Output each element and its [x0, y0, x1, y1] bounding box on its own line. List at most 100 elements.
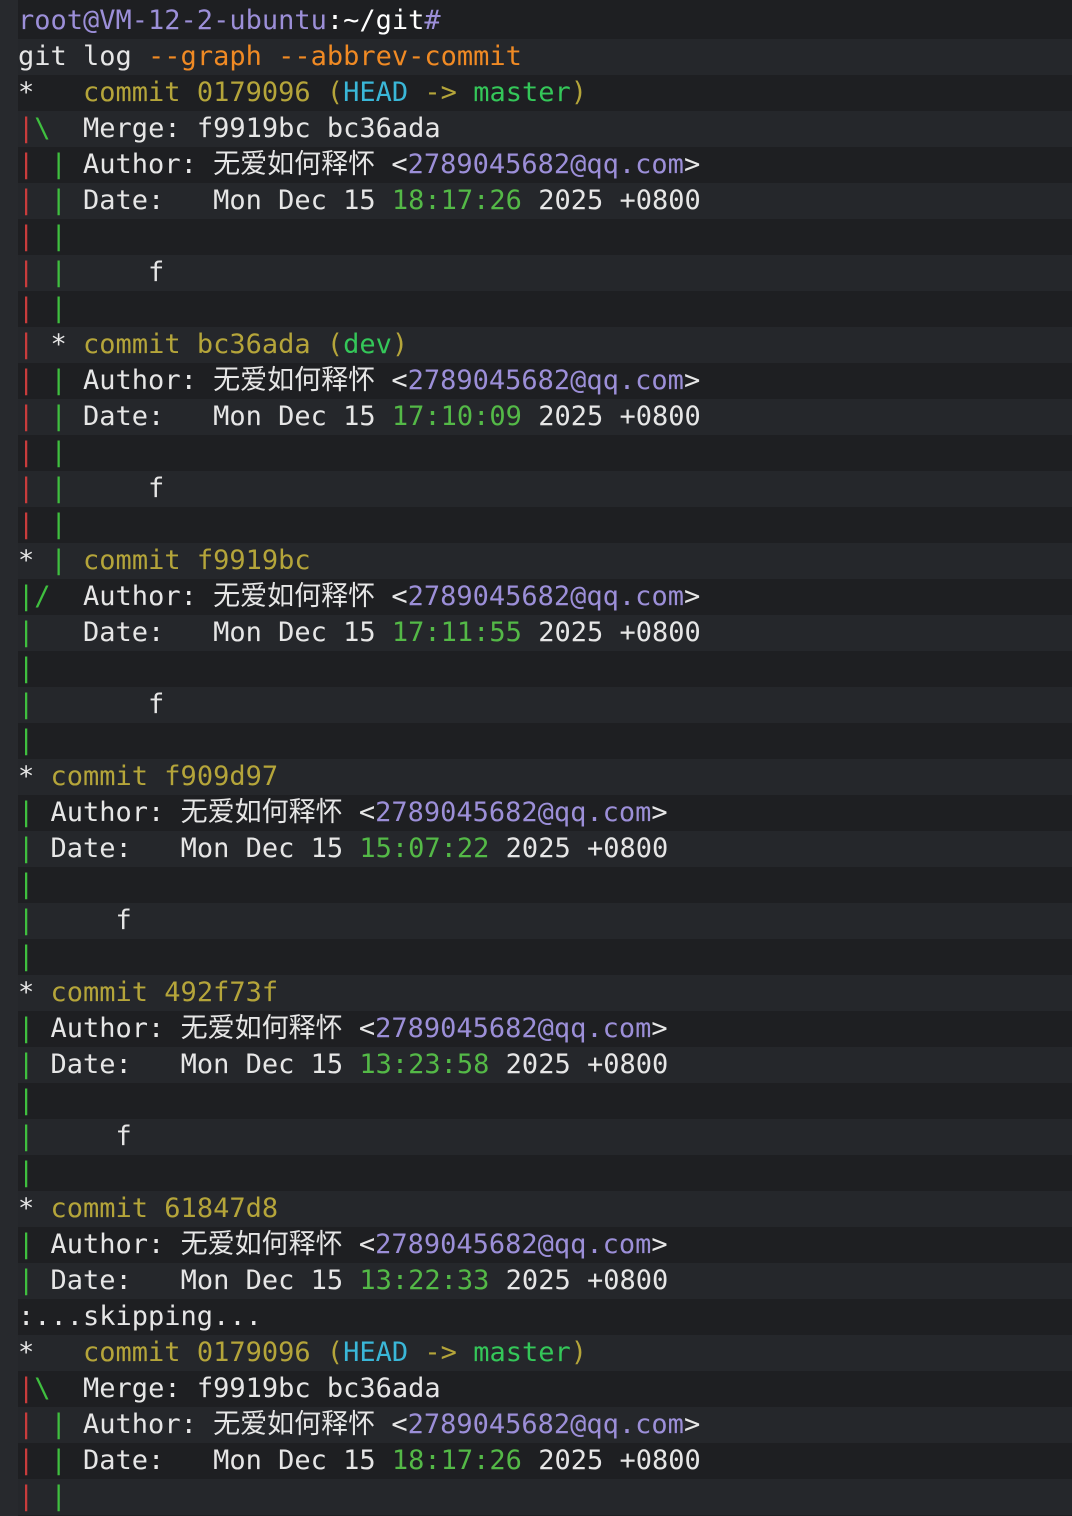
terminal-text: master	[473, 77, 571, 108]
terminal-text: 2789045682@qq.com	[375, 1013, 652, 1044]
terminal-text: Author: 无爱如何释怀 <	[34, 1013, 376, 1044]
terminal-text: HEAD	[343, 77, 409, 108]
terminal-text: |	[18, 149, 35, 180]
terminal-text: root@VM-12-2-ubuntu	[18, 5, 327, 36]
terminal-line: |	[18, 723, 1072, 759]
terminal-text: Date: Mon Dec 15	[34, 1049, 360, 1080]
terminal-line: * commit 61847d8	[18, 1191, 1072, 1227]
terminal-line: * commit f909d97	[18, 759, 1072, 795]
terminal-text: 2025 +0800	[489, 1265, 669, 1296]
terminal-text: |	[18, 1085, 35, 1116]
terminal-text: Author: 无爱如何释怀 <	[66, 149, 408, 180]
terminal-text: Merge: f9919bc bc36ada	[50, 1373, 441, 1404]
terminal-text: commit 0179096 (	[83, 77, 344, 108]
terminal-text: 18:17:26	[391, 1445, 522, 1476]
terminal-text: >	[683, 149, 701, 180]
terminal-line: * commit 0179096 (HEAD -> master)	[18, 1335, 1072, 1371]
terminal-line: * commit 0179096 (HEAD -> master)	[18, 75, 1072, 111]
terminal-text: 2789045682@qq.com	[407, 581, 684, 612]
terminal-text: f	[66, 257, 165, 288]
terminal-line: |	[18, 651, 1072, 687]
terminal-text: |	[18, 725, 35, 756]
terminal-line: | |	[18, 291, 1072, 327]
terminal-line: | Date: Mon Dec 15 15:07:22 2025 +0800	[18, 831, 1072, 867]
terminal-window[interactable]: root@VM-12-2-ubuntu:~/git# git log --grap…	[0, 0, 1072, 1516]
terminal-line: | | f	[18, 255, 1072, 291]
terminal-text: *	[18, 761, 51, 792]
terminal-text: |	[18, 1373, 35, 1404]
terminal-text: f	[66, 473, 165, 504]
terminal-text: #	[424, 5, 441, 36]
terminal-text: commit 61847d8	[50, 1193, 279, 1224]
terminal-text: f	[34, 689, 165, 720]
terminal-text: Author: 无爱如何释怀 <	[50, 581, 408, 612]
terminal-line: | Date: Mon Dec 15 17:11:55 2025 +0800	[18, 615, 1072, 651]
terminal-line: | | Author: 无爱如何释怀 <2789045682@qq.com>	[18, 363, 1072, 399]
terminal-text: |	[18, 1121, 35, 1152]
terminal-text: |	[18, 509, 35, 540]
terminal-line: |/ Author: 无爱如何释怀 <2789045682@qq.com>	[18, 579, 1072, 615]
terminal-text: |	[34, 149, 67, 180]
terminal-text: )	[391, 329, 409, 360]
terminal-text: 2789045682@qq.com	[375, 797, 652, 828]
terminal-text: 2789045682@qq.com	[407, 365, 684, 396]
terminal-text: 2789045682@qq.com	[407, 149, 684, 180]
terminal-text: |	[18, 1157, 35, 1188]
terminal-text: 2025 +0800	[489, 1049, 669, 1080]
terminal-text: 2789045682@qq.com	[375, 1229, 652, 1260]
terminal-line: |\ Merge: f9919bc bc36ada	[18, 1371, 1072, 1407]
terminal-line: | | Author: 无爱如何释怀 <2789045682@qq.com>	[18, 147, 1072, 183]
terminal-text: git log	[18, 41, 149, 72]
terminal-text: Date: Mon Dec 15	[34, 1265, 360, 1296]
terminal-text: |	[18, 1409, 35, 1440]
terminal-text: 13:22:33	[359, 1265, 490, 1296]
terminal-text: |	[34, 221, 67, 252]
terminal-line: |	[18, 1083, 1072, 1119]
terminal-line: |	[18, 1155, 1072, 1191]
terminal-text: >	[683, 1409, 701, 1440]
terminal-text: \	[34, 113, 51, 144]
terminal-line: |	[18, 939, 1072, 975]
terminal-text: --graph --abbrev-commit	[148, 41, 522, 72]
terminal-text: commit 492f73f	[50, 977, 279, 1008]
terminal-text: 2025 +0800	[521, 185, 701, 216]
terminal-text: |	[18, 365, 35, 396]
terminal-text: 13:23:58	[359, 1049, 490, 1080]
terminal-text: 2789045682@qq.com	[407, 1409, 684, 1440]
terminal-text: |	[34, 293, 67, 324]
terminal-line: | |	[18, 435, 1072, 471]
terminal-text: 17:11:55	[391, 617, 522, 648]
terminal-line: | |	[18, 219, 1072, 255]
terminal-text: |	[18, 869, 35, 900]
terminal-line: :...skipping...	[18, 1299, 1072, 1335]
terminal-text: f	[34, 1121, 132, 1152]
terminal-text: |	[18, 1445, 35, 1476]
terminal-text: commit f909d97	[50, 761, 279, 792]
terminal-line: | f	[18, 1119, 1072, 1155]
terminal-text: dev	[343, 329, 392, 360]
terminal-text: >	[683, 581, 701, 612]
terminal-line: | Date: Mon Dec 15 13:23:58 2025 +0800	[18, 1047, 1072, 1083]
terminal-text: :~/git	[326, 5, 425, 36]
terminal-text: |	[34, 437, 67, 468]
terminal-text: |	[50, 545, 67, 576]
terminal-text: |	[34, 257, 67, 288]
terminal-text: )	[570, 77, 587, 108]
terminal-text: *	[18, 977, 51, 1008]
terminal-text: Date: Mon Dec 15	[66, 401, 392, 432]
terminal-line: root@VM-12-2-ubuntu:~/git#	[18, 3, 1072, 39]
terminal-text: |	[34, 1445, 67, 1476]
terminal-text: |	[18, 581, 35, 612]
terminal-line: | f	[18, 687, 1072, 723]
terminal-line: | Date: Mon Dec 15 13:22:33 2025 +0800	[18, 1263, 1072, 1299]
terminal-line: * | commit f9919bc	[18, 543, 1072, 579]
terminal-line: | Author: 无爱如何释怀 <2789045682@qq.com>	[18, 795, 1072, 831]
terminal-line: | Author: 无爱如何释怀 <2789045682@qq.com>	[18, 1227, 1072, 1263]
terminal-text: *	[18, 545, 51, 576]
terminal-line: | Author: 无爱如何释怀 <2789045682@qq.com>	[18, 1011, 1072, 1047]
terminal-text: ->	[408, 1337, 474, 1368]
terminal-text: 2025 +0800	[521, 1445, 701, 1476]
terminal-text: f	[34, 905, 132, 936]
terminal-text: 17:10:09	[391, 401, 522, 432]
terminal-line: | * commit bc36ada (dev)	[18, 327, 1072, 363]
